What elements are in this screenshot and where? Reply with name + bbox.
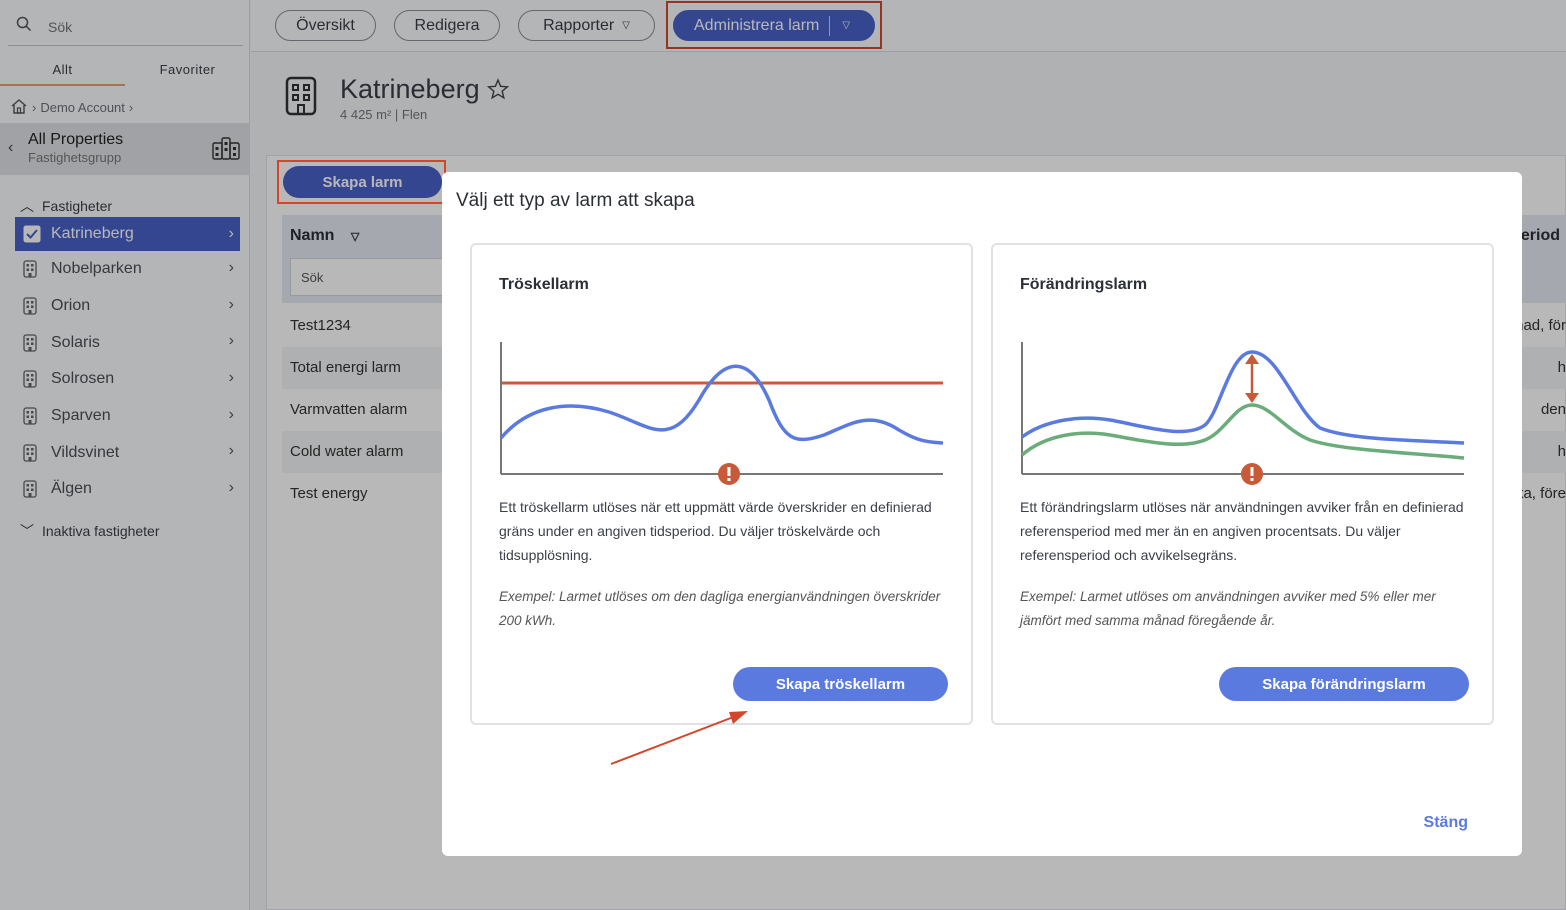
card-example: Exempel: Larmet utlöses om den dagliga e… <box>499 589 941 628</box>
card-description: Ett tröskellarm utlöses när ett uppmätt … <box>499 499 932 563</box>
threshold-illustration <box>499 342 944 485</box>
close-button[interactable]: Stäng <box>1424 814 1468 832</box>
change-illustration <box>1020 342 1465 485</box>
create-change-alarm-button[interactable]: Skapa förändringslarm <box>1219 667 1469 701</box>
threshold-alarm-card: Tröskellarm Ett tröskellarm utlöses när … <box>470 243 973 725</box>
card-description: Ett förändringslarm utlöses när användni… <box>1020 499 1464 563</box>
card-title: Tröskellarm <box>499 276 589 293</box>
alarm-type-dialog: Välj ett typ av larm att skapa Tröskella… <box>442 172 1522 856</box>
highlight-box <box>277 160 446 204</box>
change-alarm-card: Förändringslarm Ett förändringslarm utlö… <box>991 243 1494 725</box>
create-threshold-alarm-button[interactable]: Skapa tröskellarm <box>733 667 948 701</box>
card-title: Förändringslarm <box>1020 276 1148 293</box>
dialog-title: Välj ett typ av larm att skapa <box>456 190 695 211</box>
card-example: Exempel: Larmet utlöses om användningen … <box>1020 589 1436 628</box>
